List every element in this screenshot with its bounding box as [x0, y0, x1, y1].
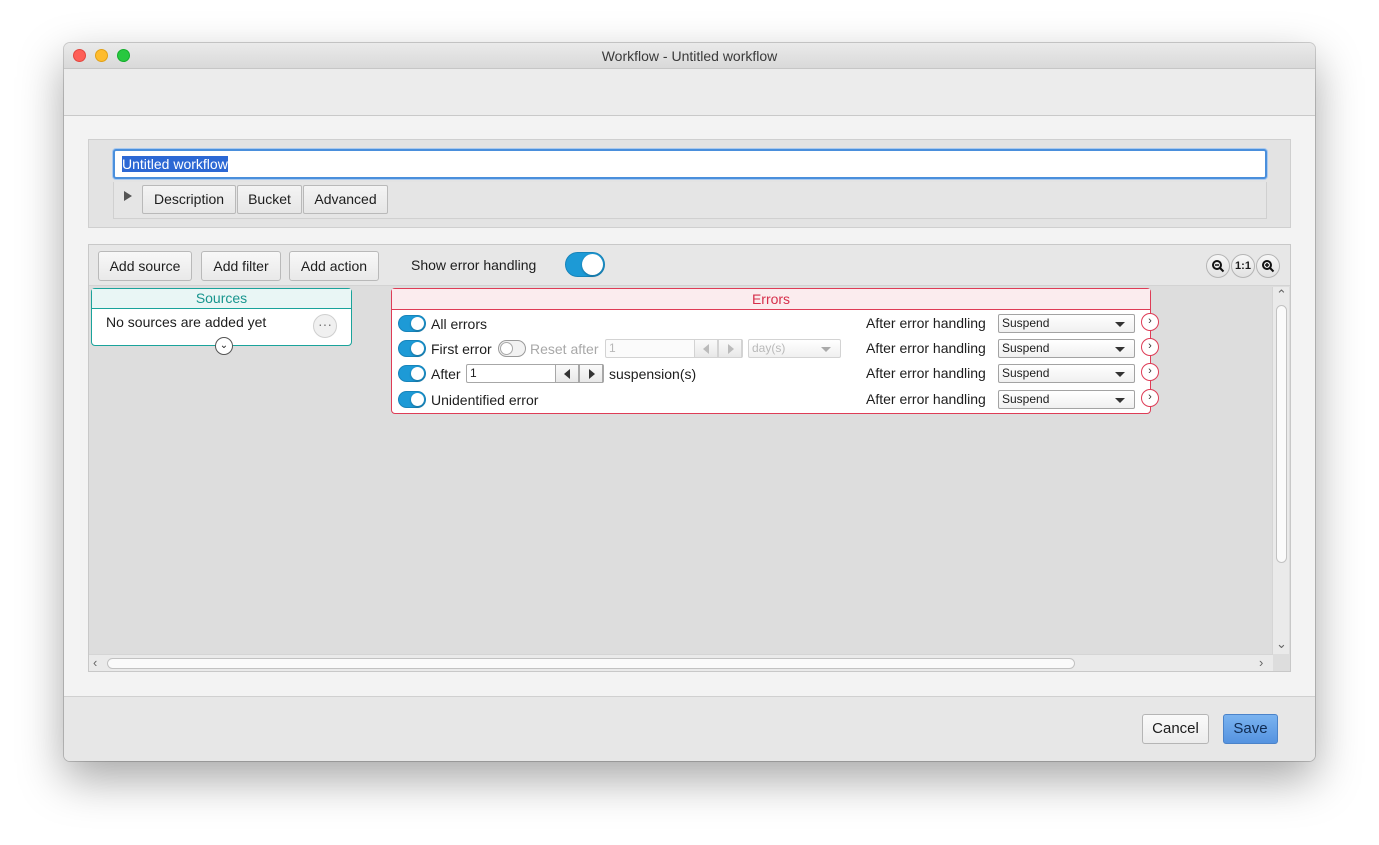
sources-more-button[interactable]: ··· [313, 314, 337, 338]
tab-description[interactable]: Description [142, 185, 236, 214]
vertical-scrollbar[interactable]: ⌃ ⌄ [1272, 287, 1289, 654]
save-button[interactable]: Save [1223, 714, 1278, 744]
close-window-button[interactable] [73, 49, 86, 62]
zoom-out-icon[interactable] [1206, 254, 1230, 278]
header-tabs: Description Bucket Advanced [113, 182, 1267, 219]
dropdown-arrow-icon [1115, 347, 1125, 352]
after-error-handling-label: After error handling [866, 391, 986, 407]
after-suspensions-toggle[interactable] [398, 365, 426, 382]
errors-node: Errors All errors After error handling S… [391, 288, 1159, 414]
first-error-action-select[interactable]: Suspend [998, 339, 1135, 358]
scroll-right-icon[interactable]: › [1259, 656, 1263, 669]
sources-empty-text: No sources are added yet [106, 314, 267, 330]
scroll-up-icon[interactable]: ⌃ [1276, 288, 1287, 301]
all-errors-label: All errors [431, 316, 488, 332]
window-toolbar [64, 69, 1315, 116]
add-action-button[interactable]: Add action [289, 251, 379, 281]
horizontal-scroll-thumb[interactable] [107, 658, 1075, 669]
toggle-knob [411, 367, 424, 380]
left-arrow-icon [564, 369, 570, 379]
toggle-knob [582, 254, 603, 275]
sources-node[interactable]: Sources No sources are added yet ··· ⌄ [91, 288, 352, 355]
select-value: Suspend [1002, 341, 1050, 355]
dropdown-arrow-icon [1115, 398, 1125, 403]
first-error-toggle[interactable] [398, 340, 426, 357]
workflow-window: Workflow - Untitled workflow Untitled wo… [64, 43, 1315, 761]
reset-after-value-input[interactable]: 1 [605, 339, 743, 358]
after-error-handling-label: After error handling [866, 340, 986, 356]
toggle-knob [411, 342, 424, 355]
dropdown-arrow-icon [821, 347, 831, 352]
sources-title: Sources [92, 289, 351, 309]
first-error-label: First error [431, 341, 492, 357]
zoom-window-button[interactable] [117, 49, 130, 62]
suspensions-label: suspension(s) [609, 366, 697, 382]
first-error-next-icon[interactable]: › [1141, 338, 1159, 356]
workflow-name-text: Untitled workflow [122, 156, 228, 172]
reset-after-label: Reset after [530, 341, 599, 357]
dialog-footer: Cancel Save [64, 696, 1315, 761]
errors-title: Errors [392, 289, 1150, 310]
after-suspensions-next-icon[interactable]: › [1141, 363, 1159, 381]
scroll-down-icon[interactable]: ⌄ [1276, 637, 1287, 650]
right-arrow-icon [728, 344, 734, 354]
dropdown-arrow-icon [1115, 322, 1125, 327]
disclosure-triangle-icon[interactable] [124, 191, 132, 201]
spin-value: 1 [470, 366, 477, 380]
horizontal-scrollbar[interactable]: ‹ › [89, 654, 1273, 671]
spin-value: 1 [609, 341, 616, 355]
title-bar: Workflow - Untitled workflow [64, 43, 1315, 69]
select-value: Suspend [1002, 366, 1050, 380]
scroll-left-icon[interactable]: ‹ [93, 656, 97, 669]
add-filter-button[interactable]: Add filter [201, 251, 281, 281]
canvas-toolbar: Add source Add filter Add action Show er… [89, 245, 1290, 286]
zoom-in-icon[interactable] [1256, 254, 1280, 278]
increment-button[interactable] [579, 364, 603, 383]
dropdown-arrow-icon [1115, 372, 1125, 377]
reset-after-unit-select[interactable]: day(s) [748, 339, 841, 358]
after-suspensions-action-select[interactable]: Suspend [998, 364, 1135, 383]
all-errors-toggle[interactable] [398, 315, 426, 332]
select-value: day(s) [752, 341, 786, 355]
all-errors-action-select[interactable]: Suspend [998, 314, 1135, 333]
toggle-knob [500, 342, 513, 355]
after-error-handling-label: After error handling [866, 365, 986, 381]
decrement-button[interactable] [555, 364, 579, 383]
unidentified-error-toggle[interactable] [398, 391, 426, 408]
suspension-count-input[interactable]: 1 [466, 364, 604, 383]
toggle-knob [411, 393, 424, 406]
reset-after-toggle[interactable] [498, 340, 526, 357]
tab-bucket[interactable]: Bucket [237, 185, 302, 214]
after-error-handling-label: After error handling [866, 315, 986, 331]
unidentified-error-label: Unidentified error [431, 392, 539, 408]
show-error-handling-toggle[interactable] [565, 252, 605, 277]
left-arrow-icon [703, 344, 709, 354]
toggle-knob [411, 317, 424, 330]
unidentified-error-next-icon[interactable]: › [1141, 389, 1159, 407]
workflow-name-input[interactable]: Untitled workflow [113, 149, 1267, 179]
show-error-handling-label: Show error handling [411, 257, 537, 273]
minimize-window-button[interactable] [95, 49, 108, 62]
decrement-button[interactable] [694, 339, 718, 358]
right-arrow-icon [589, 369, 595, 379]
select-value: Suspend [1002, 392, 1050, 406]
workflow-header-panel: Untitled workflow Description Bucket Adv… [88, 139, 1291, 228]
after-label: After [431, 366, 461, 382]
select-value: Suspend [1002, 316, 1050, 330]
increment-button[interactable] [718, 339, 742, 358]
expand-chevron-icon[interactable]: ⌄ [215, 337, 233, 355]
window-title: Workflow - Untitled workflow [601, 48, 778, 64]
all-errors-next-icon[interactable]: › [1141, 313, 1159, 331]
zoom-reset-button[interactable]: 1:1 [1231, 254, 1255, 278]
vertical-scroll-thumb[interactable] [1276, 305, 1287, 563]
cancel-button[interactable]: Cancel [1142, 714, 1209, 744]
workflow-canvas: Add source Add filter Add action Show er… [88, 244, 1291, 672]
main-content: Untitled workflow Description Bucket Adv… [64, 116, 1315, 696]
unidentified-error-action-select[interactable]: Suspend [998, 390, 1135, 409]
tab-advanced[interactable]: Advanced [303, 185, 388, 214]
add-source-button[interactable]: Add source [98, 251, 192, 281]
